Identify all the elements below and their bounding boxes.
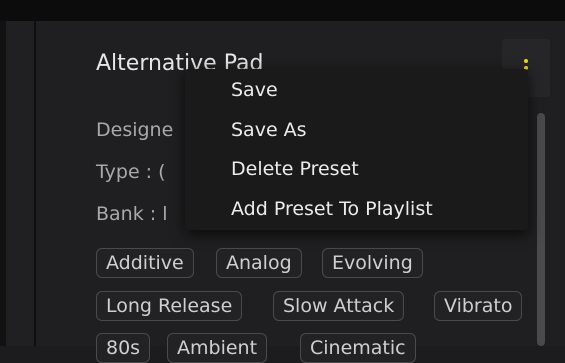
menu-item-save-as[interactable]: Save As (231, 119, 307, 141)
tag-80s[interactable]: 80s (96, 333, 151, 363)
tag-ambient[interactable]: Ambient (167, 333, 268, 363)
preset-context-menu: Save Save As Delete Preset Add Preset To… (185, 69, 528, 230)
tag-additive[interactable]: Additive (96, 248, 194, 278)
tag-evolving[interactable]: Evolving (322, 248, 423, 278)
bank-label: Bank : l (96, 203, 168, 225)
tag-slow-attack[interactable]: Slow Attack (273, 291, 405, 321)
tag-analog[interactable]: Analog (216, 248, 302, 278)
scrollbar[interactable] (537, 113, 545, 346)
tag-long-release[interactable]: Long Release (96, 291, 243, 321)
menu-item-add-to-playlist[interactable]: Add Preset To Playlist (231, 198, 433, 220)
designer-label: Designe (96, 119, 174, 141)
scrollbar-thumb[interactable] (537, 113, 545, 346)
type-label: Type : ( (96, 161, 166, 183)
top-bar (0, 0, 565, 21)
menu-item-save[interactable]: Save (231, 79, 278, 101)
left-panel (6, 21, 34, 346)
menu-item-delete-preset[interactable]: Delete Preset (231, 158, 359, 180)
tag-cinematic[interactable]: Cinematic (300, 333, 416, 363)
tag-vibrato[interactable]: Vibrato (434, 291, 523, 321)
